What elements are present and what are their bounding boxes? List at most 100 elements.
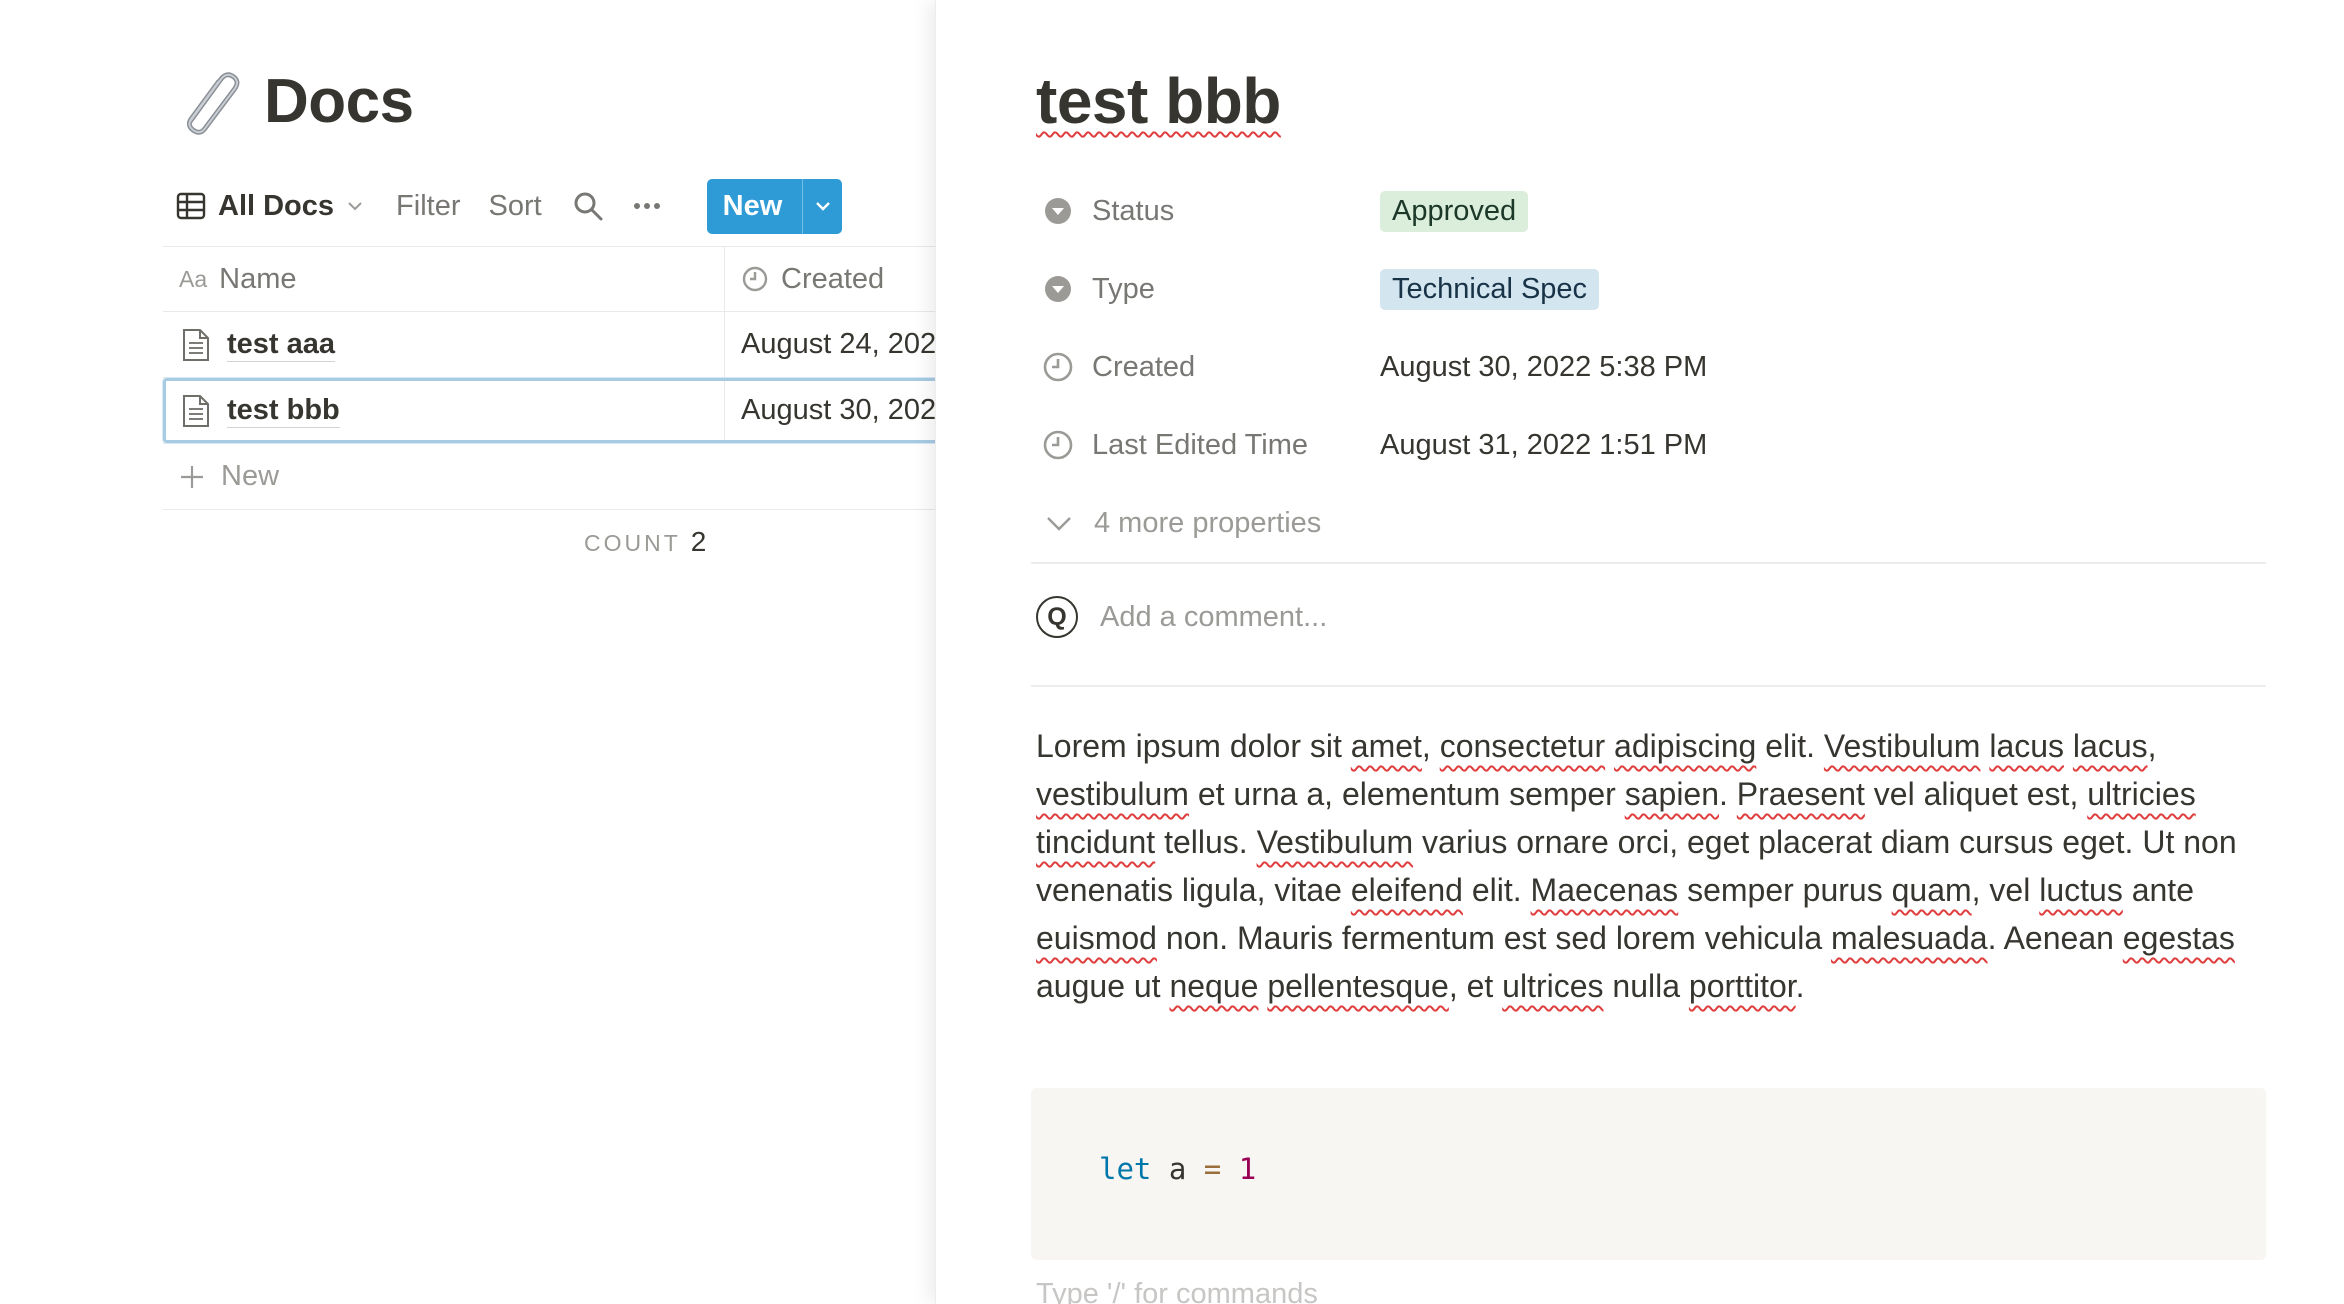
status-tag: Approved <box>1380 190 1529 232</box>
property-key-label: Last Edited Time <box>1092 428 1308 461</box>
property-status[interactable]: Status Approved <box>1036 172 2266 250</box>
type-tag: Technical Spec <box>1380 268 1600 310</box>
misspelled-word: ultricies <box>2087 776 2196 812</box>
property-key-label: Created <box>1092 350 1196 383</box>
command-placeholder[interactable]: Type '/' for commands <box>1036 1278 1318 1304</box>
text-property-icon: Aa <box>179 265 208 292</box>
body-text-run: augue ut <box>1036 968 1170 1004</box>
table-row[interactable]: test aaa August 24, 202 <box>163 312 935 378</box>
page-title-text: test bbb <box>1036 65 1281 137</box>
body-text-run <box>1258 968 1267 1004</box>
property-key[interactable]: Created <box>1036 351 1380 384</box>
page-body-paragraph[interactable]: Lorem ipsum dolor sit amet, consectetur … <box>1036 722 2261 1010</box>
misspelled-word: sapien <box>1624 776 1720 812</box>
property-key[interactable]: Type <box>1036 273 1380 306</box>
page-peek-pane: test bbb Status Approved Type Technical … <box>935 0 2344 1304</box>
select-property-icon <box>1045 198 1071 224</box>
clock-icon <box>1043 430 1073 460</box>
table-row-selected[interactable]: test bbb August 30, 202 <box>163 378 935 444</box>
property-value[interactable]: Technical Spec <box>1380 268 1600 310</box>
property-type[interactable]: Type Technical Spec <box>1036 250 2266 328</box>
misspelled-word: pellentesque <box>1267 968 1449 1004</box>
body-text-run: . <box>1719 776 1737 812</box>
clock-icon <box>742 266 768 292</box>
new-button[interactable]: New <box>707 179 803 234</box>
add-row-button[interactable]: New <box>163 444 935 510</box>
page-icon <box>183 394 209 427</box>
row-created-cell[interactable]: August 24, 202 <box>725 312 935 377</box>
more-properties-toggle[interactable]: 4 more properties <box>1036 484 2266 562</box>
code-content[interactable]: let a = 1 <box>1099 1152 1256 1186</box>
property-key-label: Type <box>1092 272 1155 305</box>
misspelled-word: Vestibulum <box>1823 728 1981 764</box>
misspelled-word: Vestibulum <box>1256 824 1414 860</box>
misspelled-word: porttitor <box>1688 968 1796 1004</box>
property-value[interactable]: August 30, 2022 5:38 PM <box>1380 351 1707 384</box>
body-text-run: non. Mauris fermentum est sed lorem vehi… <box>1156 920 1832 956</box>
misspelled-word: eleifend <box>1350 872 1463 908</box>
code-keyword: let <box>1099 1152 1152 1186</box>
column-header-created[interactable]: Created <box>725 247 935 311</box>
body-text-run: . <box>1795 968 1805 1004</box>
new-button-group: New <box>706 178 843 234</box>
divider <box>1031 685 2266 687</box>
misspelled-word: vestibulum <box>1036 776 1189 812</box>
body-text-run: . Aenean <box>1987 920 2123 956</box>
misspelled-word: Praesent <box>1736 776 1865 812</box>
new-dropdown-button[interactable] <box>802 178 842 234</box>
body-text-run: , vel <box>1971 872 2040 908</box>
app-window: Docs All Docs Filter Sort New Aa Name Cr… <box>0 0 2344 1304</box>
body-text-run: tellus. <box>1155 824 1257 860</box>
view-selector[interactable]: All Docs <box>176 178 364 234</box>
misspelled-word: luctus <box>2039 872 2123 908</box>
chevron-down-icon <box>348 202 362 211</box>
row-name-cell[interactable]: test bbb <box>163 378 725 443</box>
count-label: COUNT <box>584 530 681 556</box>
column-header-name[interactable]: Aa Name <box>163 247 725 311</box>
body-text-run: Lorem ipsum dolor sit <box>1036 728 1351 764</box>
plus-icon <box>181 465 203 488</box>
add-row-label: New <box>221 460 280 492</box>
chevron-down-icon <box>1047 517 1071 531</box>
body-text-run: nulla <box>1603 968 1689 1004</box>
sort-button[interactable]: Sort <box>488 190 541 223</box>
code-block[interactable]: let a = 1 <box>1031 1088 2266 1260</box>
database-title-text[interactable]: Docs <box>264 66 414 137</box>
property-key[interactable]: Last Edited Time <box>1036 429 1380 462</box>
comment-input[interactable]: Add a comment... <box>1100 601 1327 634</box>
body-text-run: ante <box>2122 872 2194 908</box>
search-icon[interactable] <box>572 190 604 222</box>
select-property-icon <box>1045 276 1071 302</box>
row-name[interactable]: test aaa <box>227 327 336 362</box>
property-last-edited[interactable]: Last Edited Time August 31, 2022 1:51 PM <box>1036 406 2266 484</box>
body-text-run: semper purus <box>1678 872 1892 908</box>
property-key[interactable]: Status <box>1036 195 1380 228</box>
avatar: Q <box>1036 596 1078 638</box>
page-icon <box>183 328 209 361</box>
misspelled-word: amet <box>1350 728 1422 764</box>
property-created[interactable]: Created August 30, 2022 5:38 PM <box>1036 328 2266 406</box>
table-header: Aa Name Created <box>163 246 935 312</box>
column-label: Name <box>219 262 297 295</box>
property-key-label: Status <box>1092 194 1175 227</box>
code-identifier: a <box>1168 1152 1187 1186</box>
more-properties-label: 4 more properties <box>1094 506 1322 539</box>
row-created-cell[interactable]: August 30, 202 <box>725 378 935 443</box>
property-value[interactable]: Approved <box>1380 190 1529 232</box>
table-icon <box>176 192 206 220</box>
misspelled-word: neque <box>1169 968 1259 1004</box>
page-properties: Status Approved Type Technical Spec Crea… <box>1036 172 2266 562</box>
paperclip-icon[interactable] <box>168 62 246 140</box>
body-text-run: et urna a, elementum semper <box>1188 776 1625 812</box>
row-name-cell[interactable]: test aaa <box>163 312 725 377</box>
count-value: 2 <box>690 526 707 557</box>
comment-bar[interactable]: Q Add a comment... <box>1036 596 1327 638</box>
misspelled-word: consectetur <box>1439 728 1606 764</box>
more-options-icon[interactable] <box>632 191 662 221</box>
row-count[interactable]: COUNT 2 <box>584 526 706 558</box>
filter-button[interactable]: Filter <box>396 190 460 223</box>
row-name[interactable]: test bbb <box>227 393 340 428</box>
page-title[interactable]: test bbb <box>1036 64 1281 138</box>
property-value[interactable]: August 31, 2022 1:51 PM <box>1380 429 1707 462</box>
view-label: All Docs <box>218 189 335 222</box>
